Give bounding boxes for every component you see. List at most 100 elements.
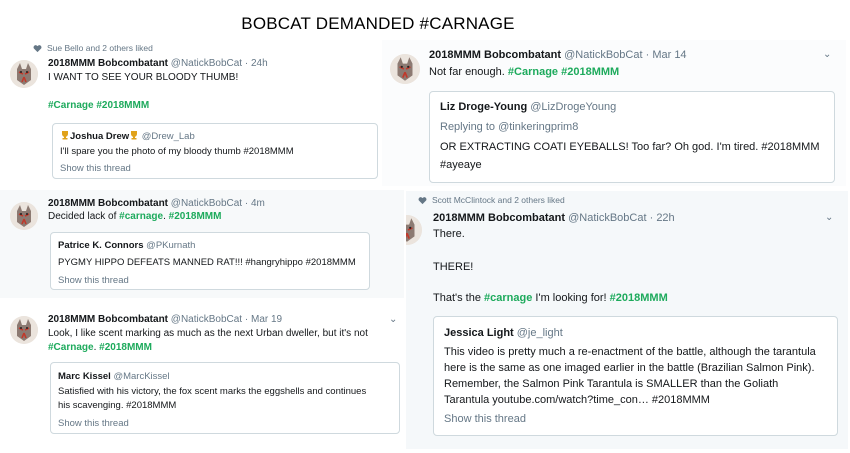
timestamp[interactable]: 24h (251, 58, 268, 69)
show-thread-link[interactable]: Show this thread (444, 413, 526, 425)
tweet-header: 2018MMM Bobcombatant @NatickBobCat · Mar… (429, 49, 687, 61)
quoted-author-name[interactable]: Liz Droge-Young (440, 101, 527, 113)
hashtag-link[interactable]: #2018MMM (610, 292, 668, 304)
author-name[interactable]: 2018MMM Bobcombatant (48, 314, 168, 325)
tweet-card[interactable]: 2018MMM Bobcombatant @NatickBobCat · 4m … (0, 190, 404, 298)
tweet-header: 2018MMM Bobcombatant @NatickBobCat · Mar… (48, 314, 282, 325)
quoted-author-name[interactable]: Patrice K. Connors (58, 240, 144, 251)
quoted-author-handle[interactable]: @PKurnath (146, 240, 195, 251)
tweet-text-line: Look, I like scent marking as much as th… (48, 328, 368, 339)
bobcat-avatar-icon[interactable] (390, 54, 420, 84)
quoted-text-line: OR EXTRACTING COATI EYEBALLS! Too far? O… (440, 141, 820, 153)
author-name[interactable]: 2018MMM Bobcombatant (48, 58, 168, 69)
tweet-text-line: That's the #carnage I'm looking for! #20… (433, 292, 668, 304)
quoted-header: Marc Kissel @MarcKissel (58, 371, 170, 382)
tweet-text-line: THERE! (433, 261, 474, 273)
replying-to[interactable]: Replying to @tinkeringprim8 (440, 121, 578, 133)
hashtag-link[interactable]: #Carnage (48, 342, 94, 353)
tweet-card[interactable]: Sue Bello and 2 others liked 2018MMM Bob… (0, 40, 380, 184)
tweet-text-line: There. (433, 228, 465, 240)
show-thread-link[interactable]: Show this thread (58, 275, 129, 286)
author-name[interactable]: 2018MMM Bobcombatant (429, 49, 561, 61)
trophy-icon (62, 131, 68, 140)
quoted-text-line: here is the same as one imaged earlier i… (444, 362, 815, 374)
author-handle[interactable]: @NatickBobCat (564, 49, 642, 61)
trophy-icon (131, 131, 138, 140)
punctuation: . (163, 211, 166, 222)
quoted-header: Liz Droge-Young @LizDrogeYoung (440, 101, 616, 113)
heart-icon (33, 44, 42, 52)
bobcat-avatar-icon[interactable] (10, 316, 38, 344)
social-context-text: Sue Bello and 2 others liked (47, 43, 153, 53)
tweet-text: Decided lack of #carnage. #2018MMM (48, 211, 221, 222)
separator-dot: · (244, 198, 249, 209)
quoted-text-line: his scavenging. #2018MMM (58, 400, 177, 411)
author-name[interactable]: 2018MMM Bobcombatant (48, 198, 168, 209)
quoted-text-line: Tarantula youtube.com/watch?time_con… #2… (444, 394, 710, 406)
bobcat-avatar-icon[interactable] (10, 60, 38, 88)
hashtag-link[interactable]: #Carnage (508, 66, 558, 78)
timestamp[interactable]: Mar 19 (251, 314, 282, 325)
quoted-text-line: Satisfied with his victory, the fox scen… (58, 386, 367, 397)
page-title: BOBCAT DEMANDED #CARNAGE (241, 14, 515, 33)
tweet-text: I WANT TO SEE YOUR BLOODY THUMB! (48, 72, 239, 83)
hashtag-link[interactable]: #2018MMM (561, 66, 619, 78)
tweet-text-body: That's the (433, 292, 481, 304)
chevron-down-icon[interactable]: ⌄ (825, 212, 833, 223)
tweet-card[interactable]: 2018MMM Bobcombatant @NatickBobCat · Mar… (0, 300, 404, 448)
show-thread-link[interactable]: Show this thread (60, 163, 131, 174)
quoted-text: I'll spare you the photo of my bloody th… (60, 146, 294, 157)
quoted-author-name[interactable]: Joshua Drew (70, 131, 129, 142)
quoted-header: Jessica Light @je_light (444, 327, 563, 339)
quoted-text: PYGMY HIPPO DEFEATS MANNED RAT!!! #hangr… (58, 257, 356, 268)
hashtag-link[interactable]: #2018MMM (169, 211, 222, 222)
bobcat-avatar-icon[interactable] (10, 202, 38, 230)
quoted-author-handle[interactable]: @MarcKissel (113, 371, 169, 382)
social-context-text: Scott McClintock and 2 others liked (432, 195, 565, 205)
hashtag-link[interactable]: #2018MMM (96, 100, 149, 111)
chevron-down-icon[interactable]: ⌄ (823, 49, 831, 60)
quoted-header: Joshua Drew @Drew_Lab (60, 130, 195, 142)
timestamp[interactable]: 22h (656, 212, 674, 224)
quoted-header: Patrice K. Connors @PKurnath (58, 240, 195, 251)
separator-dot: · (649, 212, 654, 224)
author-handle[interactable]: @NatickBobCat (171, 198, 242, 209)
heart-icon (418, 196, 427, 204)
quoted-text-line: Remember, the Salmon Pink Tarantula is S… (444, 378, 779, 390)
hashtag-link[interactable]: #carnage (119, 211, 163, 222)
quoted-text-line: #ayeaye (440, 159, 482, 171)
author-handle[interactable]: @NatickBobCat (171, 58, 242, 69)
quoted-tweet[interactable]: Jessica Light @je_light This video is pr… (433, 316, 838, 436)
tweet-hashtags: #Carnage #2018MMM (48, 100, 149, 111)
tweet-header: 2018MMM Bobcombatant @NatickBobCat · 4m (48, 198, 265, 209)
hashtag-link[interactable]: #carnage (484, 292, 532, 304)
quoted-author-name[interactable]: Jessica Light (444, 327, 514, 339)
show-thread-link[interactable]: Show this thread (58, 418, 129, 429)
tweet-header: 2018MMM Bobcombatant @NatickBobCat · 24h (48, 58, 268, 69)
punctuation: . (93, 342, 97, 353)
separator-dot: · (645, 49, 650, 61)
tweet-text-body: Decided lack of (48, 211, 117, 222)
author-name[interactable]: 2018MMM Bobcombatant (433, 212, 565, 224)
quoted-tweet[interactable]: Joshua Drew @Drew_Lab I'll spare you the… (52, 123, 378, 179)
quoted-author-name[interactable]: Marc Kissel (58, 371, 111, 382)
chevron-down-icon[interactable]: ⌄ (389, 314, 397, 325)
quoted-tweet[interactable]: Liz Droge-Young @LizDrogeYoung Replying … (429, 91, 835, 183)
tweet-text-body: Not far enough. (429, 66, 505, 78)
quoted-tweet[interactable]: Marc Kissel @MarcKissel Satisfied with h… (50, 362, 400, 434)
quoted-tweet[interactable]: Patrice K. Connors @PKurnath PYGMY HIPPO… (50, 232, 370, 290)
hashtag-link[interactable]: #2018MMM (99, 342, 152, 353)
timestamp[interactable]: Mar 14 (652, 49, 686, 61)
bobcat-avatar-icon[interactable] (406, 215, 422, 245)
social-context: Sue Bello and 2 others liked (33, 43, 153, 53)
tweet-card[interactable]: 2018MMM Bobcombatant @NatickBobCat · Mar… (382, 40, 846, 186)
quoted-author-handle[interactable]: @LizDrogeYoung (530, 101, 616, 113)
author-handle[interactable]: @NatickBobCat (568, 212, 646, 224)
quoted-author-handle[interactable]: @Drew_Lab (142, 131, 195, 142)
author-handle[interactable]: @NatickBobCat (171, 314, 242, 325)
hashtag-link[interactable]: #Carnage (48, 100, 94, 111)
timestamp[interactable]: 4m (251, 198, 265, 209)
quoted-author-handle[interactable]: @je_light (517, 327, 563, 339)
tweet-card[interactable]: Scott McClintock and 2 others liked 2018… (406, 191, 848, 449)
tweet-text-body: I'm looking for! (535, 292, 607, 304)
